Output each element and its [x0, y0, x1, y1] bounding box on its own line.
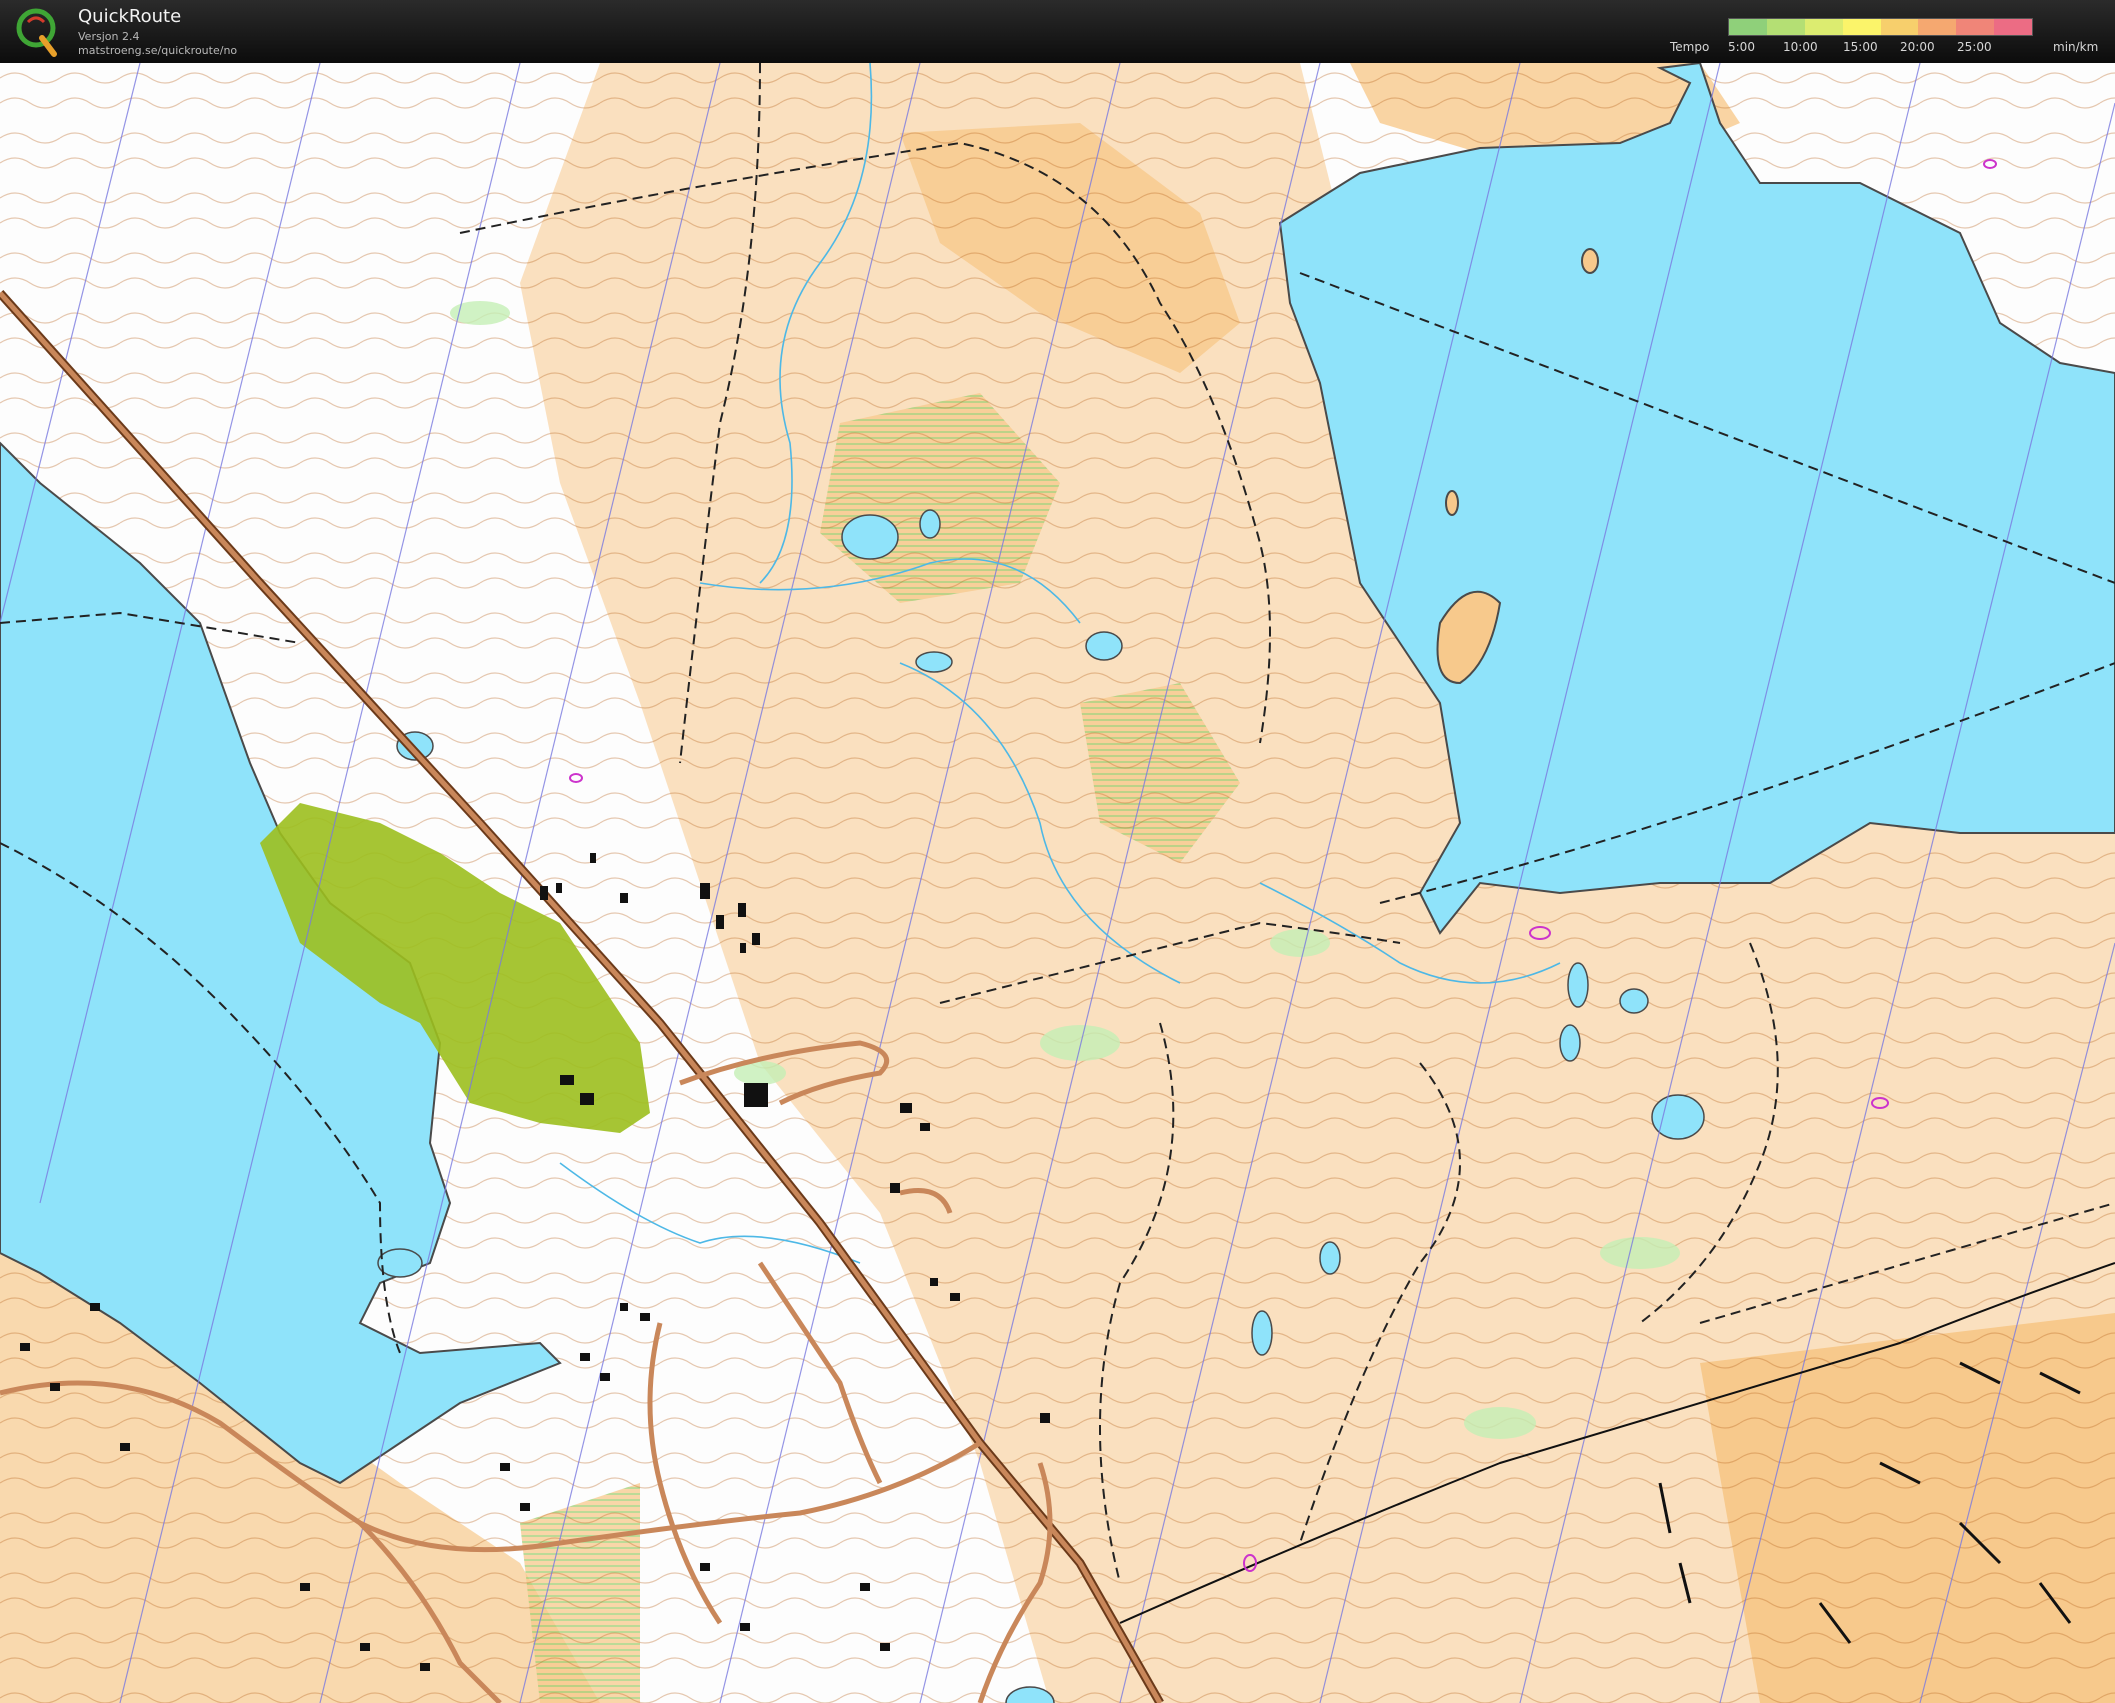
tempo-gradient-segment	[1766, 19, 1805, 35]
tempo-gradient-segment	[1918, 19, 1957, 35]
tempo-gradient-segment	[1880, 19, 1919, 35]
tempo-gradient-segment	[1842, 19, 1881, 35]
tempo-gradient-segment	[1994, 19, 2032, 35]
app-url[interactable]: matstroeng.se/quickroute/no	[78, 44, 237, 57]
tempo-tick: 15:00	[1843, 40, 1878, 54]
tempo-tick: 20:00	[1900, 40, 1935, 54]
island	[1445, 490, 1459, 516]
orienteering-map[interactable]	[0, 63, 2115, 1703]
tempo-gradient-bar	[1728, 18, 2033, 36]
tempo-tick: 10:00	[1783, 40, 1818, 54]
map-canvas[interactable]	[0, 63, 2115, 1703]
tempo-unit: min/km	[2053, 40, 2099, 54]
tempo-tick: 5:00	[1728, 40, 1755, 54]
title-bar: QuickRoute Versjon 2.4 matstroeng.se/qui…	[0, 0, 2115, 63]
tempo-gradient-segment	[1804, 19, 1843, 35]
tempo-gradient-segment	[1729, 19, 1767, 35]
tempo-label: Tempo	[1670, 40, 1710, 54]
quickroute-logo-icon	[16, 8, 57, 57]
island	[1581, 248, 1599, 274]
tempo-gradient-segment	[1956, 19, 1995, 35]
app-version: Versjon 2.4	[78, 30, 140, 43]
tempo-tick: 25:00	[1957, 40, 1992, 54]
app-title: QuickRoute	[78, 6, 182, 27]
